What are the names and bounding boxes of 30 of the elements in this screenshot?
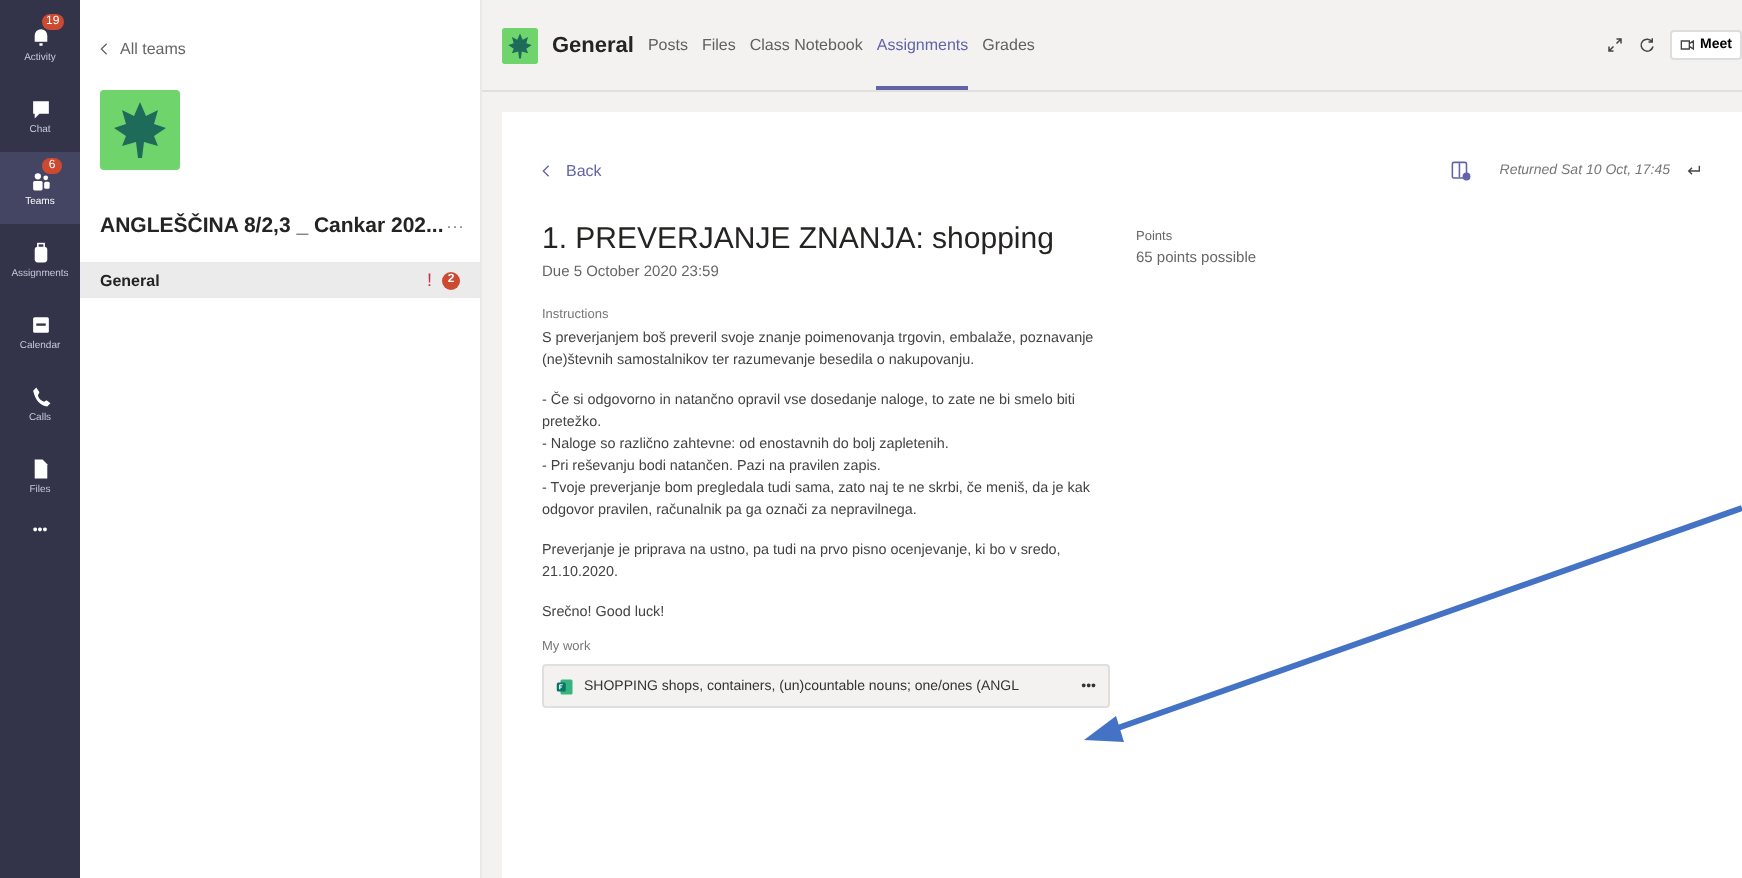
file-icon — [29, 457, 51, 479]
backpack-icon — [29, 241, 51, 263]
back-link[interactable]: Back — [566, 162, 602, 180]
tab[interactable]: Posts — [647, 0, 688, 90]
tab[interactable]: Assignments — [876, 0, 969, 90]
expand-icon[interactable] — [1606, 36, 1625, 54]
chat-icon — [29, 97, 51, 119]
channel-name: General — [100, 271, 162, 289]
assignment-title: 1. PREVERJANJE ZNANJA: shopping — [542, 222, 1056, 256]
bell-icon — [29, 25, 51, 47]
channel-title: General — [552, 33, 634, 57]
phone-icon — [29, 385, 51, 407]
team-logo-icon — [100, 90, 180, 170]
tab[interactable]: Files — [701, 0, 736, 90]
chevron-left-icon — [100, 42, 108, 56]
camera-icon — [1680, 38, 1697, 52]
chevron-left-icon — [542, 164, 550, 178]
alert-mark: ! — [426, 270, 432, 290]
all-teams-link[interactable]: All teams — [120, 40, 186, 58]
tab[interactable]: Grades — [982, 0, 1035, 90]
forms-icon — [556, 677, 574, 695]
refresh-icon[interactable] — [1638, 36, 1657, 54]
people-icon — [29, 169, 51, 191]
tab[interactable]: Class Notebook — [749, 0, 863, 90]
team-logo-icon — [502, 27, 538, 63]
team-name: ANGLEŠČINA 8/2,3 _ Cankar 202... — [100, 214, 446, 238]
more-options-button[interactable]: ··· — [446, 216, 464, 236]
return-arrow-icon — [1686, 164, 1702, 178]
calendar-icon — [29, 313, 51, 335]
immersive-reader-icon[interactable] — [1449, 160, 1472, 182]
